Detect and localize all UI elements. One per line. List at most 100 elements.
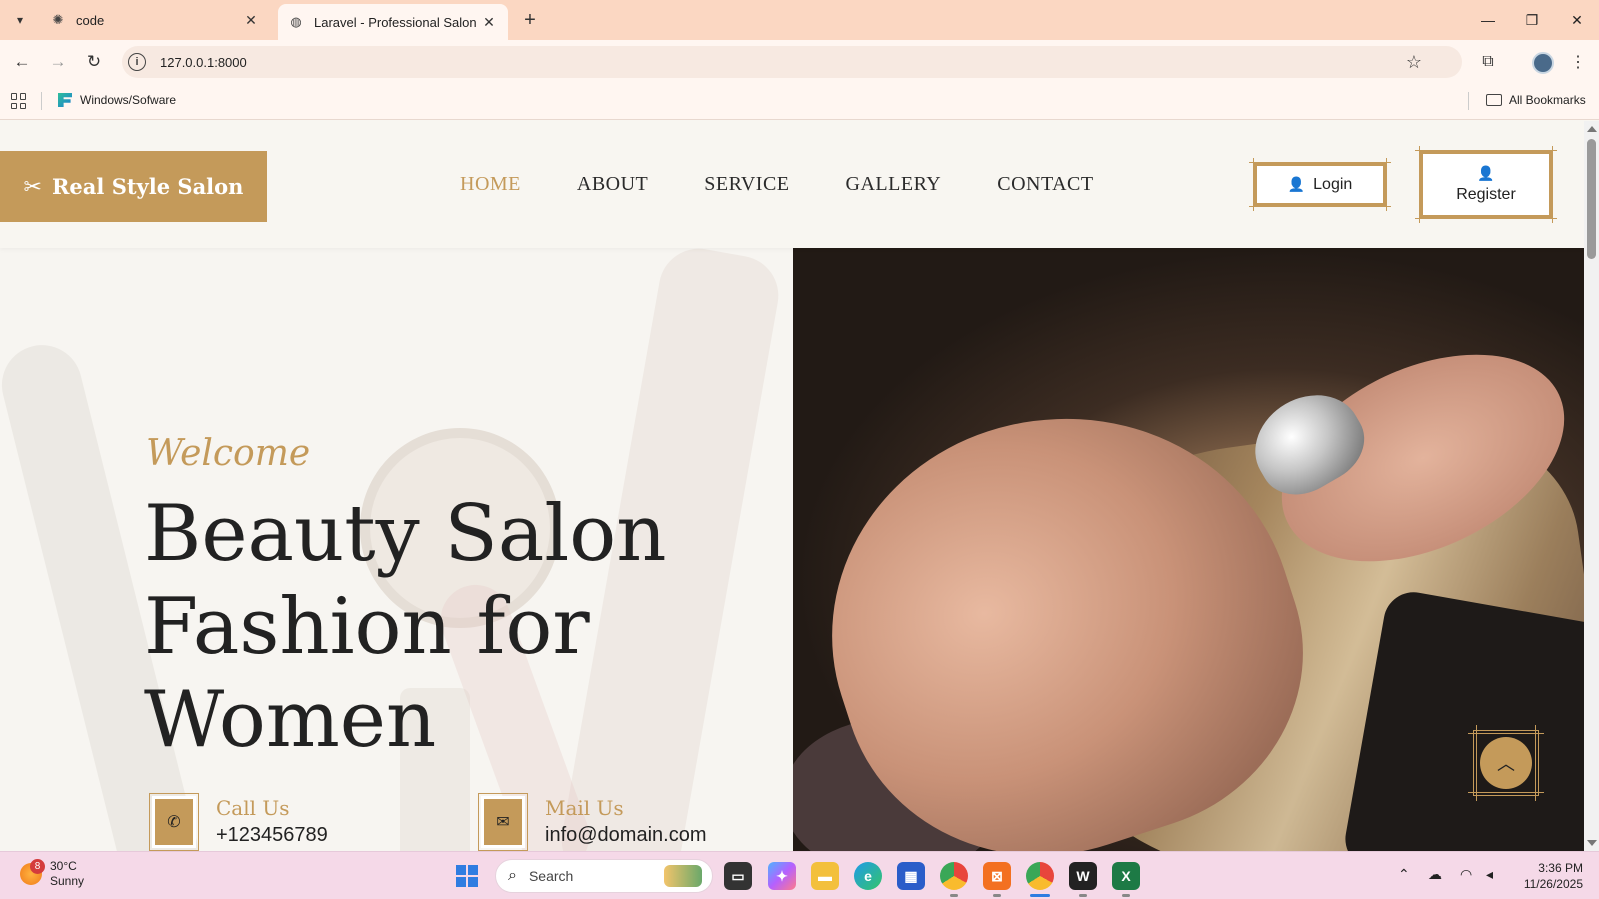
nav-home[interactable]: HOME: [460, 173, 521, 196]
reload-icon[interactable]: ↻: [80, 48, 108, 76]
page-scrollbar[interactable]: [1584, 121, 1599, 851]
mail-us-block: ✉ Mail Us info@domain.com: [478, 793, 706, 851]
apps-grid-icon[interactable]: [11, 93, 27, 109]
bookmark-logo-icon: [58, 93, 72, 107]
clock-time: 3:36 PM: [1538, 861, 1583, 875]
scrollbar-thumb[interactable]: [1587, 139, 1596, 259]
windows-start-icon[interactable]: [456, 865, 478, 887]
profile-avatar[interactable]: [1532, 52, 1554, 74]
scroll-up-icon[interactable]: [1587, 126, 1597, 132]
notification-badge: 8: [30, 859, 45, 874]
tab-title: code: [76, 12, 105, 28]
phone-icon: ✆: [149, 793, 199, 851]
url-text[interactable]: 127.0.0.1:8000: [160, 55, 247, 70]
close-tab-icon[interactable]: ✕: [240, 9, 262, 31]
nav-service[interactable]: SERVICE: [704, 173, 789, 196]
bookmark-star-icon[interactable]: ☆: [1406, 52, 1422, 73]
user-plus-icon: 👤: [1477, 165, 1495, 181]
chevron-up-icon[interactable]: ⌃: [1398, 866, 1410, 883]
chrome-icon[interactable]: [940, 862, 968, 897]
hero-text-section: Welcome Beauty Salon Fashion for Women ✆…: [0, 248, 793, 851]
bookmarks-bar: Windows/Sofware All Bookmarks: [0, 84, 1599, 120]
login-button[interactable]: 👤 Login: [1249, 158, 1391, 211]
brand-name: Real Style Salon: [51, 174, 244, 199]
envelope-icon: ✉: [478, 793, 528, 851]
openai-icon: ✺: [52, 12, 64, 27]
call-us-block: ✆ Call Us +123456789: [149, 793, 328, 851]
wps-icon[interactable]: W: [1069, 862, 1097, 897]
brand-logo[interactable]: ✂ Real Style Salon: [0, 151, 267, 222]
mail-us-label: Mail Us: [545, 796, 624, 820]
edge-icon[interactable]: e: [854, 862, 882, 890]
tab-strip: ▾ ✺ code ✕ ◍ Laravel - Professional Salo…: [0, 0, 1599, 40]
chevron-up-icon: ︿: [1497, 754, 1515, 774]
tab-search-dropdown-icon[interactable]: ▾: [8, 8, 32, 32]
excel-icon[interactable]: X: [1112, 862, 1140, 897]
copilot-icon[interactable]: ✦: [768, 862, 796, 890]
register-label: Register: [1456, 186, 1516, 203]
taskbar-search[interactable]: ⌕ Search: [495, 859, 713, 893]
web-page: ✂ Real Style Salon HOME ABOUT SERVICE GA…: [0, 121, 1584, 851]
menu-icon[interactable]: ⋮: [1566, 50, 1590, 74]
search-placeholder: Search: [528, 868, 574, 884]
bookmark-label: Windows/Sofware: [80, 93, 177, 107]
call-us-label: Call Us: [216, 796, 290, 820]
all-bookmarks-button[interactable]: All Bookmarks: [1486, 93, 1586, 107]
tab-laravel[interactable]: ◍ Laravel - Professional Salon Ma ✕: [278, 4, 508, 40]
file-explorer-icon[interactable]: ▬: [811, 862, 839, 890]
wifi-icon[interactable]: ◠: [1460, 866, 1472, 883]
close-window-icon[interactable]: ✕: [1562, 6, 1592, 34]
folder-icon: [1486, 94, 1502, 106]
xampp-icon[interactable]: ⊠: [983, 862, 1011, 897]
weather-widget[interactable]: 8 30°C Sunny: [20, 859, 84, 889]
onedrive-icon[interactable]: ☁: [1428, 866, 1442, 883]
headline-line: Women: [144, 675, 437, 765]
new-tab-icon[interactable]: +: [518, 8, 542, 32]
task-view-icon[interactable]: ▭: [724, 862, 752, 890]
address-bar[interactable]: i 127.0.0.1:8000 ☆: [122, 46, 1462, 78]
browser-toolbar: ← → ↻ i 127.0.0.1:8000 ☆ ⧉ ⋮: [0, 40, 1599, 84]
minimize-icon[interactable]: —: [1473, 6, 1503, 34]
search-highlight-image: [664, 865, 702, 887]
phone-number[interactable]: +123456789: [216, 824, 328, 847]
taskbar: 8 30°C Sunny ⌕ Search ▭ ✦ ▬ e ▦ ⊠ W X ⌃ …: [0, 851, 1599, 899]
clock-date: 11/26/2025: [1523, 877, 1583, 891]
welcome-text: Welcome: [146, 433, 311, 474]
divider: [41, 92, 42, 110]
globe-icon: ◍: [290, 14, 302, 29]
volume-icon[interactable]: ◂: [1486, 866, 1493, 883]
restore-icon[interactable]: ❐: [1517, 6, 1547, 34]
close-tab-icon[interactable]: ✕: [478, 11, 500, 33]
back-icon[interactable]: ←: [8, 48, 36, 76]
forward-icon[interactable]: →: [44, 48, 72, 76]
search-icon: ⌕: [508, 867, 517, 884]
weather-desc: Sunny: [50, 874, 85, 888]
sun-icon: 8: [20, 859, 45, 885]
login-label: Login: [1313, 175, 1353, 193]
tab-title: Laravel - Professional Salon Ma: [314, 14, 478, 30]
nav-gallery[interactable]: GALLERY: [846, 173, 942, 196]
all-bookmarks-label: All Bookmarks: [1509, 93, 1586, 107]
site-header: ✂ Real Style Salon HOME ABOUT SERVICE GA…: [0, 121, 1584, 248]
hero-headline: Beauty Salon Fashion for Women: [144, 488, 744, 767]
bookmark-windows-software[interactable]: Windows/Sofware: [58, 93, 176, 107]
extensions-icon[interactable]: ⧉: [1476, 50, 1500, 74]
tab-code[interactable]: ✺ code ✕: [40, 0, 270, 40]
nav-contact[interactable]: CONTACT: [997, 173, 1093, 196]
weather-temp: 30°C: [50, 859, 77, 873]
email-address[interactable]: info@domain.com: [545, 824, 706, 847]
store-icon[interactable]: ▦: [897, 862, 925, 890]
nav-about[interactable]: ABOUT: [577, 173, 648, 196]
scissors-icon: ✂: [23, 173, 42, 199]
scroll-down-icon[interactable]: [1587, 840, 1597, 846]
main-nav: HOME ABOUT SERVICE GALLERY CONTACT: [460, 173, 1150, 196]
clock[interactable]: 3:36 PM 11/26/2025: [1515, 860, 1583, 892]
user-plus-icon: 👤: [1287, 176, 1306, 192]
hero-photo: [793, 248, 1584, 851]
headline-line: Beauty Salon: [144, 489, 667, 579]
register-button[interactable]: 👤 Register: [1415, 146, 1557, 223]
site-info-icon[interactable]: i: [128, 53, 146, 71]
back-to-top-button[interactable]: ︿: [1480, 737, 1532, 789]
chrome-profile-icon[interactable]: [1026, 862, 1054, 897]
divider: [1468, 92, 1469, 110]
